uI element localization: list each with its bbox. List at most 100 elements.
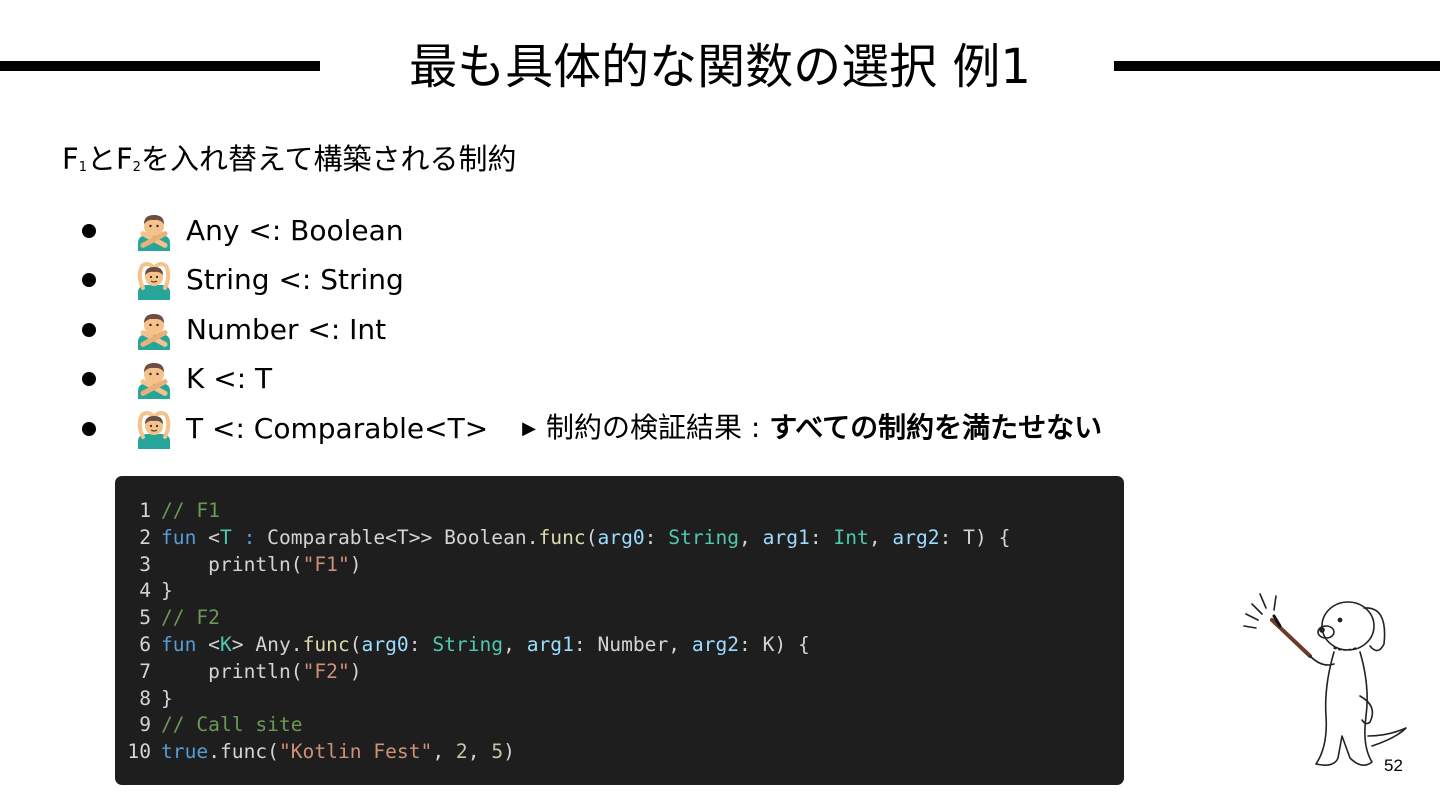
code-token: : T) { <box>939 525 1011 549</box>
code-token: ) <box>349 659 362 683</box>
code-token: > Any. <box>231 632 303 656</box>
code-line: 3 println("F1") <box>115 552 1124 579</box>
code-token: : <box>644 525 669 549</box>
list-item: String <: String <box>78 256 1102 306</box>
code-token: 5 <box>491 740 504 764</box>
constraint-text: T <: Comparable<T> <box>186 411 489 445</box>
code-token: ) <box>349 552 362 576</box>
code-token: : K) { <box>739 632 810 656</box>
no-good-gesture-icon <box>134 211 174 251</box>
code-token: < <box>196 525 220 549</box>
code-token: Int <box>833 525 869 549</box>
line-number: 9 <box>139 713 151 737</box>
bullet-dot <box>82 421 96 436</box>
code-token: "F1" <box>302 552 350 576</box>
code-token: arg2 <box>691 632 740 656</box>
bullet-dot <box>82 322 96 337</box>
list-item: Number <: Int <box>78 305 1102 355</box>
title-rule-left <box>0 61 320 71</box>
code-line: 9 // Call site <box>115 712 1124 739</box>
list-item: Any <: Boolean <box>78 206 1102 256</box>
code-token: arg0 <box>361 632 409 656</box>
line-number: 2 <box>139 525 151 549</box>
code-token: fun <box>161 632 197 656</box>
slide-title: 最も具体的な関数の選択 例1 <box>409 39 1031 95</box>
code-token: 2 <box>455 740 468 764</box>
bullet-dot <box>82 372 96 387</box>
code-token: func <box>538 525 586 549</box>
line-number: 10 <box>127 740 151 764</box>
code-line: 8} <box>115 686 1124 713</box>
code-token: } <box>161 686 173 710</box>
code-token: // Call site <box>161 713 303 737</box>
ok-gesture-icon <box>134 260 174 300</box>
code-token: arg2 <box>892 525 940 549</box>
code-token: < <box>196 632 220 656</box>
code-token: println( <box>161 659 303 683</box>
verification-result: ▶ 制約の検証結果 : すべての制約を満たせない <box>522 408 1102 449</box>
code-token: } <box>161 579 173 603</box>
dog-illustration <box>1243 593 1407 766</box>
code-token: arg0 <box>597 525 645 549</box>
bullet-dot <box>82 273 96 288</box>
code-token: Comparable<T>> Boolean. <box>267 525 539 549</box>
line-number: 6 <box>139 632 151 656</box>
list-item: T <: Comparable<T> ▶ 制約の検証結果 : すべての制約を満たせ… <box>78 404 1102 454</box>
line-number: 1 <box>139 499 151 522</box>
line-number: 5 <box>139 606 151 630</box>
code-block: 1// F1 2 fun <T : Comparable<T>> Boolean.f… <box>115 476 1124 785</box>
line-number: 3 <box>139 552 151 576</box>
bullet-dot <box>82 223 96 238</box>
code-token: // F2 <box>161 606 220 630</box>
code-token: arg1 <box>526 632 574 656</box>
constraint-text: K <: T <box>186 362 273 396</box>
code-token: , <box>467 740 492 764</box>
code-line: 7 println("F2") <box>115 659 1124 686</box>
no-good-gesture-icon <box>134 310 174 350</box>
code-token: // F1 <box>161 499 220 522</box>
code-token: String <box>668 525 740 549</box>
code-token: true <box>161 740 209 764</box>
code-line: 1 // F1 <box>115 498 1124 525</box>
line-number: 4 <box>139 579 151 603</box>
constraint-text: Number <: Int <box>186 312 387 346</box>
page-number: 52 <box>1384 756 1403 775</box>
slide-subtitle: F1とF2を入れ替えて構築される制約 <box>62 142 517 176</box>
constraint-list: Any <: Boolean String <: String Number <… <box>78 206 1102 454</box>
line-number: 8 <box>139 686 151 710</box>
line-number: 7 <box>139 659 151 683</box>
code-token: "F2" <box>302 659 350 683</box>
code-token: String <box>432 632 504 656</box>
code-token: ) <box>503 740 515 764</box>
code-line: 5 // F2 <box>115 605 1124 632</box>
code-token: : <box>231 525 268 549</box>
code-token: ( <box>349 632 362 656</box>
code-token: println( <box>161 552 303 576</box>
code-line: 4} <box>115 578 1124 605</box>
ok-gesture-icon <box>134 409 174 449</box>
code-token: , <box>432 740 456 764</box>
result-emphasis: すべての制約を満たせない <box>769 411 1103 445</box>
no-good-gesture-icon <box>134 359 174 399</box>
code-token: T <box>219 525 232 549</box>
code-token: fun <box>161 525 197 549</box>
code-token: "Kotlin Fest" <box>278 740 433 764</box>
triangle-arrow-icon: ▶ <box>522 418 537 440</box>
code-token: , <box>739 525 763 549</box>
code-token: func <box>302 632 350 656</box>
result-label: 制約の検証結果 : <box>546 411 770 445</box>
code-line: 2 fun <T : Comparable<T>> Boolean.func(ar… <box>115 525 1124 552</box>
code-token: arg1 <box>762 525 810 549</box>
constraint-text: String <: String <box>186 263 404 297</box>
code-token: : Number, <box>573 632 692 656</box>
code-line: 10 true.func("Kotlin Fest", 2, 5) <box>115 739 1124 766</box>
code-token: , <box>503 632 527 656</box>
constraint-text: Any <: Boolean <box>186 213 404 247</box>
code-line: 6 fun <K> Any.func(arg0: String, arg1: Nu… <box>115 632 1124 659</box>
title-rule-right <box>1114 61 1440 71</box>
code-token: ( <box>585 525 598 549</box>
code-token: : <box>408 632 433 656</box>
code-token: K <box>219 632 232 656</box>
code-token: . <box>208 740 220 764</box>
code-token: : <box>809 525 834 549</box>
